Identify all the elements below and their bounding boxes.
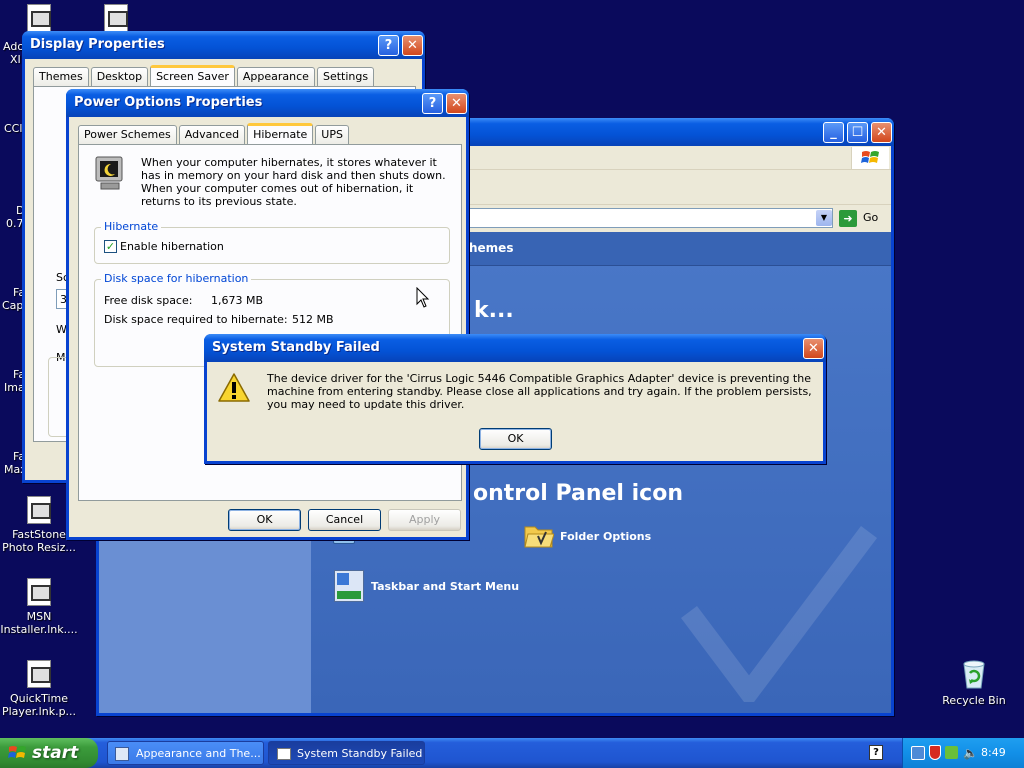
warning-icon (218, 373, 250, 402)
help-tray-icon[interactable]: ? (869, 745, 883, 760)
start-button[interactable]: start (0, 738, 98, 768)
standby-failed-dialog: System Standby Failed ✕ The device drive… (204, 334, 826, 464)
ok-button[interactable]: OK (228, 509, 301, 531)
standby-dialog-title-bar[interactable]: System Standby Failed (204, 334, 826, 362)
taskbar-item-appearance[interactable]: Appearance and The... (107, 741, 264, 765)
tab-screen-saver[interactable]: Screen Saver (150, 65, 235, 87)
go-arrow-icon[interactable]: ➜ (839, 210, 857, 227)
close-button[interactable]: ✕ (402, 35, 423, 56)
help-button[interactable]: ? (422, 93, 443, 114)
folder-options-item[interactable]: Folder Options (524, 522, 684, 552)
close-button[interactable]: ✕ (871, 122, 892, 143)
close-button[interactable]: ✕ (803, 338, 824, 359)
enable-hibernation-checkbox[interactable]: ✓ (104, 240, 117, 253)
cancel-button[interactable]: Cancel (308, 509, 381, 531)
watermark-checkmark-icon (681, 526, 877, 702)
minimize-button[interactable]: _ (823, 122, 844, 143)
required-space-label: Disk space required to hibernate: (104, 313, 288, 326)
taskbar-start-menu-item[interactable]: Taskbar and Start Menu (333, 570, 533, 604)
close-button[interactable]: ✕ (446, 93, 467, 114)
enable-hibernation-label[interactable]: Enable hibernation (120, 240, 224, 253)
address-dropdown-button[interactable]: ▼ (816, 210, 832, 226)
tab-power-schemes[interactable]: Power Schemes (78, 125, 177, 145)
tab-themes[interactable]: Themes (33, 67, 89, 87)
taskbar-start-icon (334, 570, 364, 602)
tab-desktop[interactable]: Desktop (90, 67, 149, 87)
taskbar-item-standby-failed[interactable]: System Standby Failed (268, 741, 425, 765)
security-shield-icon[interactable] (929, 745, 941, 760)
standby-ok-button[interactable]: OK (479, 428, 552, 450)
tray-app-icon[interactable] (945, 746, 958, 759)
taskbar-item-label: System Standby Failed (297, 747, 423, 760)
tab-ups[interactable]: UPS (315, 125, 349, 145)
taskbar-item-label: Appearance and The... (136, 747, 261, 760)
desktop-label-partial: Cap (2, 299, 24, 312)
required-space-value: 512 MB (292, 313, 334, 326)
category-heading: hemes (469, 241, 514, 255)
shortcut-icon (27, 660, 51, 688)
tab-hibernate[interactable]: Hibernate (247, 123, 314, 145)
start-label: start (32, 743, 79, 763)
icon-label: Photo Resiz... (2, 541, 76, 554)
clock[interactable]: 8:49 PM (981, 738, 1024, 768)
desktop-label-partial: XI (10, 53, 21, 66)
taskbar: start Appearance and The... System Stand… (0, 738, 1024, 768)
maximize-button[interactable]: ☐ (847, 122, 868, 143)
free-disk-space-value: 1,673 MB (211, 294, 264, 307)
folder-icon (524, 526, 554, 548)
shortcut-icon (27, 4, 51, 32)
power-options-title-bar[interactable]: Power Options Properties (66, 89, 469, 117)
folder-options-label: Folder Options (560, 530, 652, 543)
taskbar-start-label: Taskbar and Start Menu (371, 580, 520, 593)
icon-label: QuickTime (9, 692, 69, 705)
go-button[interactable]: Go (863, 211, 878, 224)
display-tabs: Themes Desktop Screen Saver Appearance S… (33, 65, 375, 87)
mouse-cursor-icon (416, 287, 430, 308)
hibernate-group-label: Hibernate (101, 220, 162, 233)
tab-settings[interactable]: Settings (316, 67, 375, 87)
desktop-icon-quicktime[interactable]: QuickTime Player.lnk.p... (0, 660, 79, 718)
pick-task-heading: k... (474, 298, 514, 323)
desktop-label-partial: 0.7 (6, 217, 24, 230)
icon-label: MSN (26, 610, 52, 623)
icon-label: Recycle Bin (942, 694, 1006, 707)
volume-icon[interactable]: 🔈 (963, 738, 978, 768)
icon-label: Installer.lnk.... (0, 623, 78, 636)
desktop-label-partial: Ado (3, 40, 25, 53)
recycle-bin-icon (963, 660, 985, 689)
windows-flag-icon (8, 746, 26, 758)
standby-error-message: The device driver for the 'Cirrus Logic … (267, 372, 812, 411)
window-small-icon (277, 748, 291, 760)
desktop-icon-recycle-bin[interactable]: Recycle Bin (934, 658, 1014, 707)
system-tray: 🔈 8:49 PM (902, 738, 1024, 768)
desktop-icon-msn[interactable]: MSN Installer.lnk.... (0, 578, 79, 636)
tab-appearance[interactable]: Appearance (236, 67, 315, 87)
free-disk-space-label: Free disk space: (104, 294, 193, 307)
windows-logo-icon (851, 147, 889, 169)
disk-space-group-label: Disk space for hibernation (101, 272, 252, 285)
apply-button: Apply (388, 509, 461, 531)
hibernate-group: Hibernate ✓ Enable hibernation (94, 220, 450, 264)
control-panel-small-icon (115, 747, 129, 761)
pick-icon-heading: ontrol Panel icon (473, 481, 683, 506)
display-properties-title-bar[interactable]: Display Properties (22, 31, 425, 59)
shortcut-icon (104, 4, 128, 32)
network-tray-icon[interactable] (911, 746, 925, 760)
icon-label: Player.lnk.p... (1, 705, 77, 718)
power-options-window: Power Options Properties ? ✕ Power Schem… (66, 89, 469, 540)
shortcut-icon (27, 496, 51, 524)
shortcut-icon (27, 578, 51, 606)
hibernate-description: When your computer hibernates, it stores… (141, 156, 446, 208)
power-tabs: Power Schemes Advanced Hibernate UPS (78, 123, 349, 145)
tab-advanced[interactable]: Advanced (178, 125, 246, 145)
help-button[interactable]: ? (378, 35, 399, 56)
hibernate-monitor-icon (95, 156, 123, 190)
